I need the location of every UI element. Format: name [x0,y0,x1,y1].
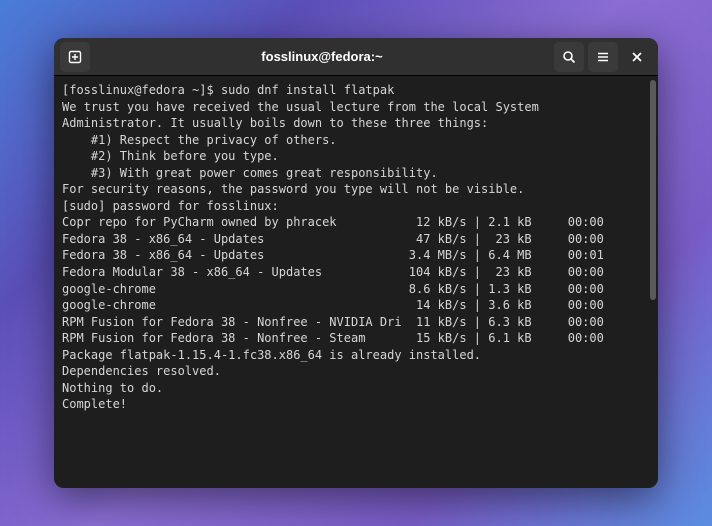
terminal-line: RPM Fusion for Fedora 38 - Nonfree - Ste… [62,330,650,347]
terminal-line: We trust you have received the usual lec… [62,99,650,116]
terminal-line: RPM Fusion for Fedora 38 - Nonfree - NVI… [62,314,650,331]
hamburger-icon [596,50,610,64]
new-tab-button[interactable] [60,42,90,72]
close-button[interactable] [622,42,652,72]
search-button[interactable] [554,42,584,72]
terminal-body[interactable]: [fosslinux@fedora ~]$ sudo dnf install f… [54,76,658,488]
menu-button[interactable] [588,42,618,72]
terminal-line: Fedora 38 - x86_64 - Updates 3.4 MB/s | … [62,247,650,264]
terminal-line: Complete! [62,396,650,413]
terminal-line: [fosslinux@fedora ~]$ sudo dnf install f… [62,82,650,99]
new-tab-icon [68,50,82,64]
close-icon [631,51,643,63]
window-title: fosslinux@fedora:~ [94,49,550,64]
terminal-line: Dependencies resolved. [62,363,650,380]
terminal-line: #3) With great power comes great respons… [62,165,650,182]
terminal-line: For security reasons, the password you t… [62,181,650,198]
terminal-line: Package flatpak-1.15.4-1.fc38.x86_64 is … [62,347,650,364]
search-icon [562,50,576,64]
terminal-line: [sudo] password for fosslinux: [62,198,650,215]
terminal-line: Copr repo for PyCharm owned by phracek 1… [62,214,650,231]
terminal-line: google-chrome 8.6 kB/s | 1.3 kB 00:00 [62,281,650,298]
scrollbar[interactable] [650,80,656,300]
terminal-line: Nothing to do. [62,380,650,397]
terminal-line: Fedora 38 - x86_64 - Updates 47 kB/s | 2… [62,231,650,248]
terminal-line: google-chrome 14 kB/s | 3.6 kB 00:00 [62,297,650,314]
terminal-line: #2) Think before you type. [62,148,650,165]
titlebar: fosslinux@fedora:~ [54,38,658,76]
terminal-window: fosslinux@fedora:~ [fosslinux@fedora ~]$… [54,38,658,488]
terminal-line: Fedora Modular 38 - x86_64 - Updates 104… [62,264,650,281]
terminal-line: #1) Respect the privacy of others. [62,132,650,149]
terminal-line: Administrator. It usually boils down to … [62,115,650,132]
